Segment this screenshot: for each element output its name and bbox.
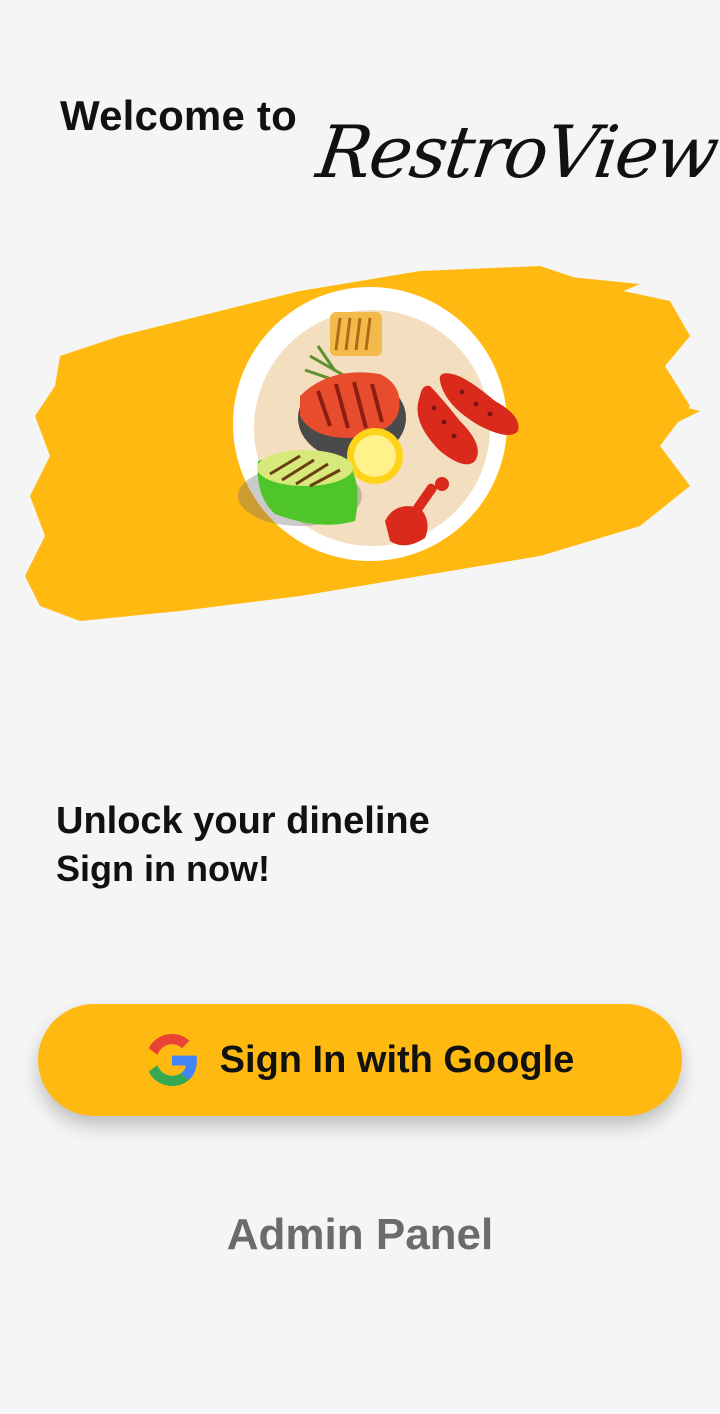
tagline-line-2: Sign in now! xyxy=(56,848,270,889)
google-sign-in-label: Sign In with Google xyxy=(219,1038,575,1081)
admin-panel-link[interactable]: Admin Panel xyxy=(0,1210,720,1260)
tagline: Unlock your dineline Sign in now! xyxy=(56,797,430,893)
tagline-line-1: Unlock your dineline xyxy=(56,800,430,842)
welcome-heading: Welcome to xyxy=(60,92,297,139)
cracker xyxy=(330,312,382,356)
brand-logo-text: RestroView xyxy=(312,110,720,194)
lemon-slice xyxy=(347,428,403,484)
google-icon xyxy=(145,1034,197,1086)
hero-illustration xyxy=(25,266,700,621)
google-sign-in-button[interactable]: Sign In with Google xyxy=(38,1004,682,1116)
